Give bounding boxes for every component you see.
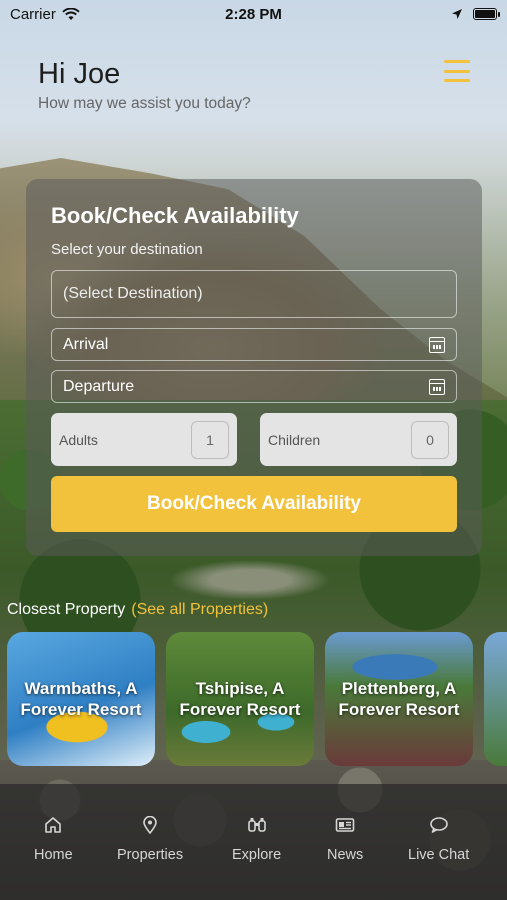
departure-date-field[interactable]: Departure	[51, 370, 457, 403]
arrival-date-field[interactable]: Arrival	[51, 328, 457, 361]
greeting-title: Hi Joe	[38, 58, 121, 90]
book-check-availability-button[interactable]: Book/Check Availability	[51, 476, 457, 532]
booking-subtitle: Select your destination	[51, 241, 203, 258]
booking-card: Book/Check Availability Select your dest…	[26, 179, 482, 556]
destination-select[interactable]: (Select Destination)	[51, 270, 457, 318]
hamburger-menu-icon[interactable]	[444, 60, 470, 82]
binoculars-icon	[247, 815, 267, 835]
status-left: Carrier	[10, 6, 80, 23]
greeting-subtitle: How may we assist you today?	[38, 95, 251, 112]
tab-home[interactable]: Home	[34, 815, 73, 863]
tab-news[interactable]: News	[327, 815, 363, 863]
children-label: Children	[268, 431, 321, 448]
tab-label: News	[327, 847, 364, 863]
property-name: Plettenberg, A Forever Resort	[338, 679, 460, 719]
greeting: Hi Joe How may we assist you today?	[38, 58, 251, 113]
adults-count-input[interactable]: 1	[191, 420, 229, 459]
children-field: Children 0	[260, 413, 457, 466]
location-arrow-icon	[452, 9, 462, 19]
carrier-label: Carrier	[10, 5, 56, 23]
menu-line	[444, 69, 470, 73]
property-card-plettenberg[interactable]: Plettenberg, A Forever Resort	[325, 632, 473, 766]
chat-bubble-icon	[429, 815, 449, 835]
bottom-tab-bar: Home Properties Explore News Live Chat	[0, 784, 507, 900]
booking-title: Book/Check Availability	[51, 203, 299, 228]
property-card-warmbaths[interactable]: Warmbaths, A Forever Resort	[7, 632, 155, 766]
battery-icon	[473, 8, 500, 20]
calendar-icon	[429, 336, 445, 353]
departure-label: Departure	[63, 377, 135, 395]
property-name: Warmbaths, A Forever Resort	[20, 679, 142, 719]
tab-properties[interactable]: Properties	[117, 815, 183, 863]
tab-label: Properties	[117, 847, 184, 863]
calendar-icon	[429, 378, 445, 395]
tab-label: Live Chat	[408, 847, 470, 863]
newspaper-icon	[335, 815, 355, 835]
children-count-input[interactable]: 0	[411, 420, 449, 459]
tab-explore[interactable]: Explore	[232, 815, 281, 863]
adults-field: Adults 1	[51, 413, 237, 466]
status-bar: Carrier 2:28 PM	[0, 0, 507, 28]
property-carousel[interactable]: Warmbaths, A Forever Resort Tshipise, A …	[7, 632, 507, 766]
destination-placeholder: (Select Destination)	[63, 285, 203, 302]
tab-live-chat[interactable]: Live Chat	[408, 815, 469, 863]
menu-line	[444, 79, 470, 82]
home-icon	[43, 815, 63, 835]
closest-property-header: Closest Property (See all Properties)	[7, 601, 268, 619]
property-name: Tshipise, A Forever Resort	[179, 679, 301, 719]
tab-label: Explore	[232, 847, 282, 863]
status-right	[451, 8, 500, 20]
arrival-label: Arrival	[63, 335, 109, 353]
tab-label: Home	[34, 847, 73, 863]
map-pin-icon	[140, 815, 160, 835]
closest-property-label: Closest Property	[7, 601, 126, 618]
see-all-properties-link[interactable]: (See all Properties)	[131, 601, 268, 618]
menu-line	[444, 60, 470, 63]
adults-label: Adults	[59, 431, 98, 448]
wifi-icon	[62, 7, 80, 20]
property-card-partial[interactable]: F	[484, 632, 507, 766]
property-card-tshipise[interactable]: Tshipise, A Forever Resort	[166, 632, 314, 766]
